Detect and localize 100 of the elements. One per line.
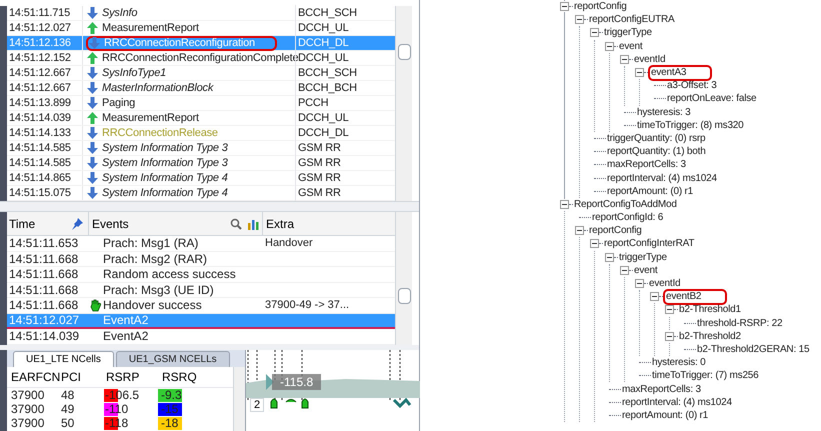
event-row[interactable]: 14:51:11.668 Random access success [7,267,395,282]
tree-node[interactable]: b2-Threshold2 [678,328,741,344]
table-cell-text: 37900 [10,387,46,404]
tree-node[interactable]: reportQuantity: (1) both [606,144,706,160]
event-name: EventA2 [103,328,148,346]
collapse-icon[interactable] [635,279,644,288]
channel-cell: GSM RR [295,170,380,186]
tree-node[interactable]: reportAmount: (0) r1 [606,184,694,199]
collapse-icon[interactable] [575,15,584,24]
message-row[interactable]: 14:51:14.039 MeasurementReport DCCH_UL [7,111,395,126]
tree-node[interactable]: eventB2 [663,288,728,305]
message-row[interactable]: 14:51:12.152 RRCConnectionReconfigurationCompleteDCCH_UL [7,51,395,66]
tree-node[interactable]: triggerType [603,25,652,40]
time-cell-text: 14:51:12.667 [8,66,72,81]
collapse-icon[interactable] [575,226,584,236]
collapse-icon[interactable] [590,28,599,38]
time-cell-text: 14:51:12.152 [8,50,72,66]
time-cell-text: 14:51:14.133 [8,126,72,141]
tree-node[interactable]: event [633,262,658,278]
time-cell-text: 14:51:14.865 [8,170,72,186]
tree-node[interactable]: timeToTrigger: (8) ms320 [636,118,744,133]
message-row[interactable]: 14:51:11.715 SysInfo BCCH_SCH [7,6,395,21]
tree-node[interactable]: eventId [648,276,680,292]
down-arrow-icon [87,67,98,79]
tree-node[interactable]: event [618,38,642,54]
tree-node[interactable]: threshold-RSRP: 22 [696,316,782,331]
table-cell-text: 48 [60,387,76,404]
tree-node[interactable]: eventA3 [648,64,712,81]
up-arrow-icon [87,22,98,34]
message-row[interactable]: 14:51:14.585 System Information Type 3 GSM RR [7,141,395,156]
column-header: Extra [266,216,294,232]
tree-node[interactable]: a3-Offset: 3 [666,78,717,94]
tree-node[interactable]: triggerQuantity: (0) rsrp [606,130,706,146]
search-icon[interactable] [230,218,242,230]
message-row[interactable]: 14:51:12.667 SysInfoType1 BCCH_SCH [7,66,395,81]
pin-icon[interactable] [70,216,84,230]
tree-node[interactable]: triggerType [618,250,667,265]
message-row[interactable]: 14:51:13.899 Paging PCCH [7,96,395,111]
message-row[interactable]: 14:51:14.865 System Information Type 4 GSM RR [7,171,395,186]
tab[interactable]: UE1_LTE NCells [13,351,114,367]
tree-node[interactable]: reportConfig [573,0,627,14]
tree-node[interactable]: eventId [633,52,666,67]
collapse-icon[interactable] [665,305,674,314]
message-name: System Information Type 3 [102,156,228,171]
collapse-icon[interactable] [620,54,629,64]
message-row[interactable]: 14:51:14.133 RRCConnectionRelease DCCH_DL [7,126,395,141]
tree-node[interactable]: reportConfigInterRAT [603,236,694,252]
tree-node[interactable]: timeToTrigger: (7) ms256 [651,368,759,384]
message-name: MeasurementReport [102,110,199,126]
event-row[interactable]: 14:51:11.668 Prach: Msg3 (UE ID) [7,282,395,298]
message-row[interactable]: 14:51:12.667 MasterInformationBlock BCCH_BCH [7,81,395,96]
event-name: Prach: Msg1 (RA) [103,235,198,252]
collapse-icon[interactable] [620,266,629,275]
tree-node[interactable]: reportOnLeave: false [666,91,756,106]
tree-node[interactable]: ReportConfigToAddMod [573,196,677,212]
column-header: RSRQ [161,369,198,386]
collapse-icon[interactable] [560,2,569,12]
scrollbar[interactable] [395,6,412,201]
tree-node[interactable]: hysteresis: 3 [636,104,691,120]
collapse-icon[interactable] [590,239,599,248]
collapse-icon[interactable] [650,292,659,302]
tree-node[interactable]: b2-Threshold2GERAN: 15 [696,342,810,357]
bar-chart-icon[interactable] [247,218,259,230]
channel-cell: GSM RR [295,140,380,156]
time-cell-text: 14:51:11.653 [8,235,80,252]
tree-node[interactable]: maxReportCells: 3 [621,382,701,397]
tree-node[interactable]: reportConfigId: 6 [591,210,664,226]
channel-cell: GSM RR [295,154,380,172]
down-arrow-icon [87,97,98,109]
collapse-icon[interactable] [605,42,614,51]
tree-node[interactable]: maxReportCells: 3 [606,157,686,172]
collapse-icon[interactable] [665,332,674,341]
tree-node[interactable]: reportInterval: (4) ms1024 [621,394,732,410]
tree-node[interactable]: reportInterval: (4) ms1024 [606,170,717,186]
event-row[interactable]: 14:51:11.653 Prach: Msg1 (RA) Handover [7,236,395,252]
collapse-icon[interactable] [605,252,614,262]
collapse-icon[interactable] [635,68,644,78]
tree-node[interactable]: reportConfigEUTRA [588,12,675,28]
tree-node[interactable]: reportConfig [588,223,642,238]
column-header: RSRP [105,369,140,386]
collapse-icon[interactable] [560,200,569,209]
channel-cell: DCCH_DL [295,124,380,142]
message-row[interactable]: 14:51:14.585 System Information Type 3 GSM RR [7,156,395,171]
table-cell-text: 50 [60,415,76,431]
hand-icon [90,298,101,312]
tree-node[interactable]: b2-Threshold1 [678,302,741,318]
time-cell-text: 14:51:11.668 [8,266,80,284]
rsrq-cell: -15 [158,402,182,416]
tree-node[interactable]: reportAmount: (0) r1 [621,408,708,423]
time-cell-text: 14:51:12.027 [8,20,72,36]
message-name: RRCConnectionRelease [102,126,218,141]
tree-node[interactable]: hysteresis: 0 [651,355,706,370]
tab[interactable]: UE1_GSM NCELLs [116,351,230,367]
scrollbar[interactable] [233,367,245,431]
channel-cell: DCCH_DL [295,34,380,52]
down-arrow-icon [87,187,98,199]
event-name: Prach: Msg3 (UE ID) [103,282,214,299]
event-row[interactable]: 14:51:11.668 Prach: Msg2 (RAR) [7,252,395,267]
scrollbar[interactable] [395,212,412,345]
down-arrow-icon [87,142,98,154]
